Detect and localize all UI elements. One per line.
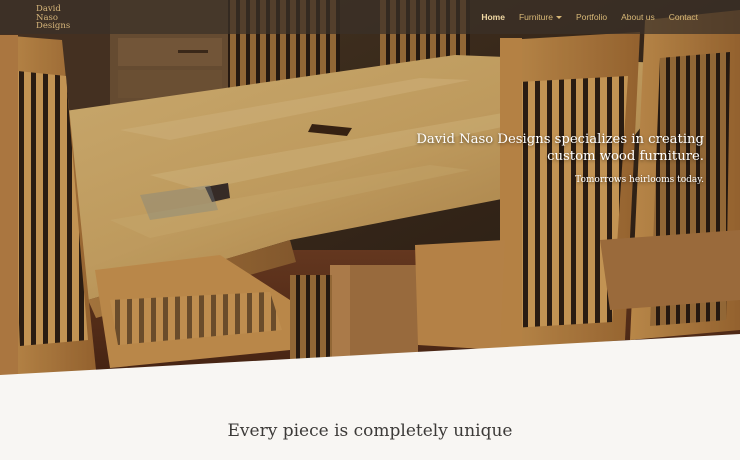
section-heading: Every piece is completely unique — [227, 421, 513, 441]
nav-link-contact[interactable]: Contact — [669, 12, 698, 22]
hero-headline-line2: custom wood furniture. — [547, 149, 704, 164]
nav-link-home[interactable]: Home — [481, 12, 505, 22]
brand-logo-line3: Designs — [36, 21, 71, 31]
brand-logo[interactable]: David Naso Designs — [36, 5, 70, 31]
nav-link-contact-label: Contact — [668, 12, 698, 22]
main-nav: Home Furniture Portfolio About us Contac… — [481, 0, 698, 34]
hero-headline: David Naso Designs specializes in creati… — [364, 131, 704, 165]
nav-link-about[interactable]: About us — [621, 12, 655, 22]
nav-link-portfolio[interactable]: Portfolio — [576, 12, 607, 22]
nav-link-furniture[interactable]: Furniture — [519, 12, 562, 22]
nav-link-home-label: Home — [481, 12, 505, 22]
nav-link-about-label: About us — [621, 12, 655, 22]
hero-bottom-curve — [0, 334, 740, 380]
caret-down-icon — [555, 16, 562, 19]
nav-link-portfolio-label: Portfolio — [575, 12, 608, 22]
hero-copy: David Naso Designs specializes in creati… — [364, 131, 704, 185]
nav-link-furniture-label: Furniture — [518, 12, 553, 22]
hero-banner: David Naso Designs specializes in creati… — [0, 0, 740, 380]
navbar: David Naso Designs Home Furniture Portfo… — [0, 0, 740, 34]
hero-tagline: Tomorrows heirlooms today. — [575, 175, 704, 185]
hero-headline-line1: David Naso Designs specializes in creati… — [416, 132, 704, 147]
hero-image — [0, 0, 740, 380]
